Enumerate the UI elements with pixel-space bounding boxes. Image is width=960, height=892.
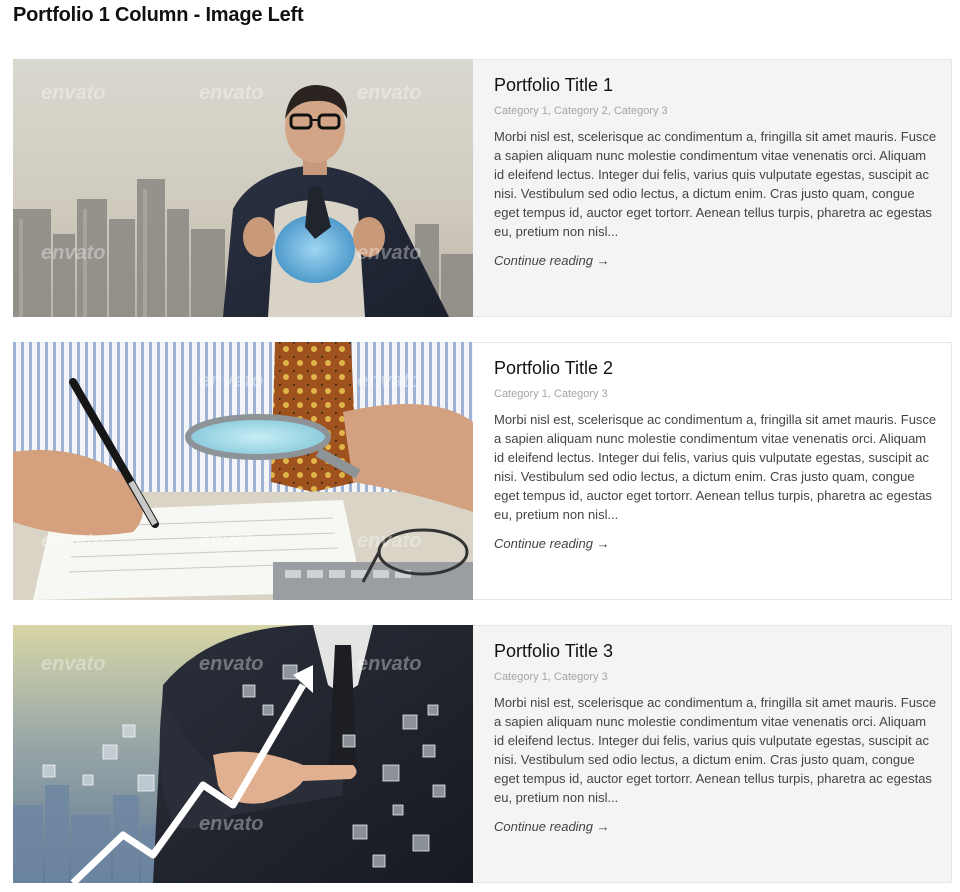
portfolio-categories: Category 1, Category 3 (494, 671, 608, 683)
portfolio-image-magnifier: envato envato envato envato envato (13, 342, 473, 600)
page-title: Portfolio 1 Column - Image Left (13, 4, 304, 26)
svg-text:envato: envato (41, 82, 105, 104)
portfolio-categories: Category 1, Category 3 (494, 388, 608, 400)
portfolio-title[interactable]: Portfolio Title 3 (494, 640, 939, 662)
portfolio-item: envato envato envato envato envato Portf… (13, 342, 952, 600)
continue-reading-link[interactable]: Continue reading → (494, 819, 610, 834)
svg-text:envato: envato (357, 82, 421, 104)
portfolio-thumbnail[interactable]: envato envato envato envato envato (13, 342, 473, 600)
portfolio-excerpt: Morbi nisl est, scelerisque ac condiment… (494, 129, 937, 239)
svg-text:envato: envato (41, 242, 105, 264)
portfolio-title[interactable]: Portfolio Title 1 (494, 74, 939, 96)
portfolio-thumbnail[interactable]: envato envato envato envato (13, 625, 473, 883)
continue-reading-link[interactable]: Continue reading → (494, 536, 610, 551)
svg-text:envato: envato (199, 370, 263, 392)
svg-text:envato: envato (199, 813, 263, 835)
portfolio-item: envato envato envato envato Portfolio Ti… (13, 625, 952, 883)
svg-text:envato: envato (199, 530, 263, 552)
svg-text:envato: envato (357, 242, 421, 264)
svg-text:envato: envato (199, 653, 263, 675)
svg-text:envato: envato (41, 653, 105, 675)
portfolio-image-growth-chart: envato envato envato envato (13, 625, 473, 883)
portfolio-title[interactable]: Portfolio Title 2 (494, 357, 939, 379)
portfolio-image-superhero: envato envato envato envato envato (13, 59, 473, 317)
svg-text:envato: envato (41, 530, 105, 552)
svg-text:envato: envato (357, 370, 421, 392)
svg-text:envato: envato (199, 82, 263, 104)
portfolio-item: envato envato envato envato envato Portf… (13, 59, 952, 317)
svg-text:envato: envato (357, 530, 421, 552)
portfolio-categories: Category 1, Category 2, Category 3 (494, 105, 668, 117)
continue-reading-link[interactable]: Continue reading → (494, 253, 610, 268)
portfolio-excerpt: Morbi nisl est, scelerisque ac condiment… (494, 695, 937, 805)
portfolio-excerpt: Morbi nisl est, scelerisque ac condiment… (494, 412, 937, 522)
svg-text:envato: envato (357, 653, 421, 675)
portfolio-thumbnail[interactable]: envato envato envato envato envato (13, 59, 473, 317)
